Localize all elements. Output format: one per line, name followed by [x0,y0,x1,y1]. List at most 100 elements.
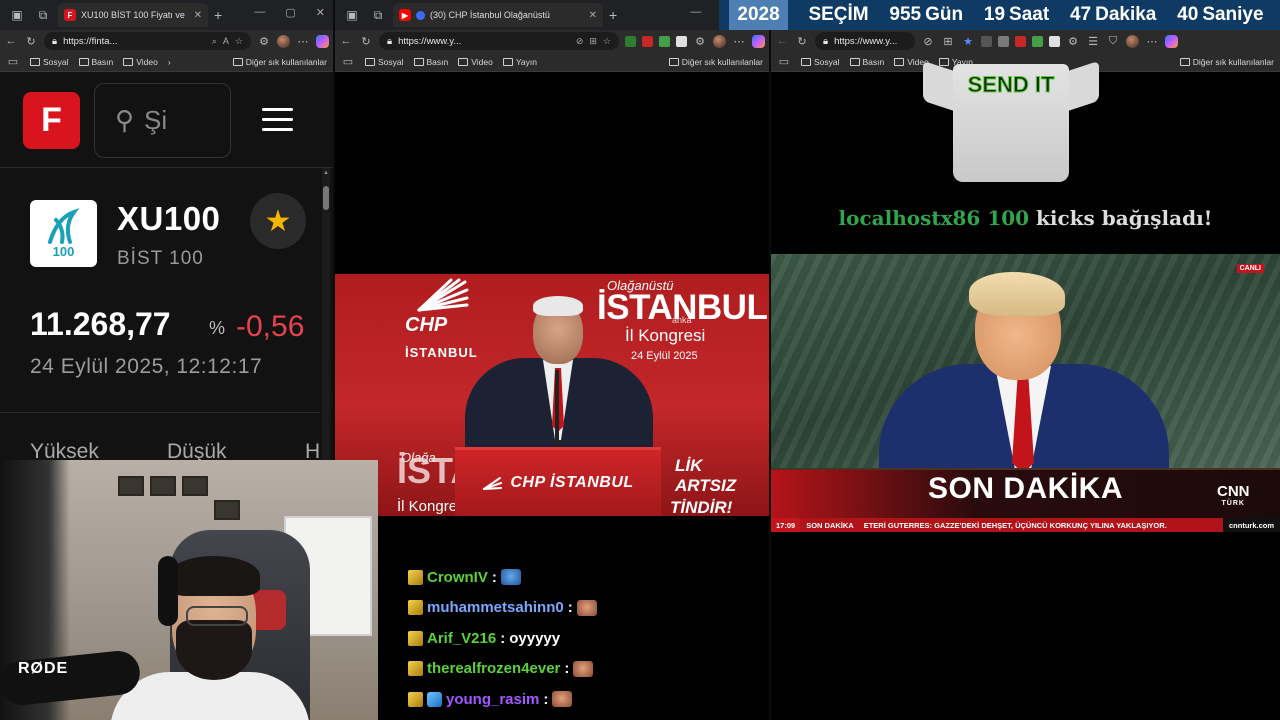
hamburger-menu-icon[interactable] [262,108,293,138]
tab-actions-icon[interactable]: ⧉ [367,4,389,26]
bookmark-sosyal[interactable]: Sosyal [30,57,69,67]
read-aloud-icon[interactable]: A [223,36,229,47]
profile-avatar[interactable] [277,34,290,48]
tshirt-text: SEND IT [967,72,1055,97]
extensions-icon[interactable]: ⚙ [1066,35,1080,48]
zoom-icon[interactable]: ⌕ [212,36,217,47]
extension-icon[interactable] [625,35,636,47]
bookmark-sosyal[interactable]: Sosyal [801,57,840,67]
more-menu-icon[interactable]: ⋯ [1145,35,1159,48]
bookmark-basin[interactable]: Basın [413,57,448,67]
minimize-icon[interactable]: — [690,6,701,19]
bookmark-label: Sosyal [814,56,840,67]
apps-icon[interactable]: ⊞ [941,35,955,48]
bookmark-basin[interactable]: Basın [849,57,884,67]
address-bar[interactable]: 🔒︎ https://www.y... ⊘ ⊞ ☆ [379,32,619,50]
copilot-icon[interactable] [316,34,329,48]
bookmark-video[interactable]: Video [458,57,493,67]
copilot-icon[interactable] [752,34,765,48]
countdown-days: 955 Gün [889,4,963,26]
favorite-icon[interactable]: ★ [961,35,975,48]
new-tab-icon[interactable]: + [214,7,222,23]
more-menu-icon[interactable]: ⋯ [296,35,310,48]
back-icon[interactable]: ← [775,35,789,47]
podium-text: CHP İSTANBUL [510,474,634,491]
copilot-icon[interactable] [1165,34,1178,48]
extension-icon[interactable] [676,35,687,47]
wall-photo [214,500,240,520]
extension-icon[interactable] [1015,35,1026,47]
tab-strip-icon[interactable]: ▭ [6,55,20,68]
tab-finance[interactable]: F XU100 BİST 100 Fiyatı ve ✕ [58,3,208,27]
chevron-right-icon[interactable]: › [168,57,171,67]
bookmark-video[interactable]: Video [123,57,158,67]
address-bar[interactable]: 🔒︎ https://www.y... [815,32,915,50]
site-logo[interactable]: F [23,92,80,149]
favorite-icon[interactable]: ☆ [603,36,611,47]
extension-icon[interactable] [998,35,1009,47]
chat-message: young_rasim: [408,684,728,715]
close-icon[interactable]: ✕ [589,10,597,21]
donation-text: kicks bağışladı! [1036,206,1213,230]
workspaces-icon[interactable]: ▣ [6,4,28,26]
tab-strip-icon[interactable]: ▭ [341,55,355,68]
collections-icon[interactable]: ☰ [1086,35,1100,48]
minimize-icon[interactable]: — [254,6,265,19]
stream-player[interactable]: SEND IT localhostx86 100 kicks bağışladı… [771,60,1280,720]
new-tab-icon[interactable]: + [609,7,617,23]
workspaces-icon[interactable]: ▣ [341,4,363,26]
back-icon[interactable]: ← [4,35,18,47]
profile-avatar[interactable] [713,34,726,48]
bookmark-other[interactable]: Diğer sık kullanılanlar [232,57,327,67]
speaker-hair [533,296,583,316]
index-name: BİST 100 [117,248,204,269]
maximize-icon[interactable]: ▢ [285,6,295,19]
wall-photo [182,476,208,496]
more-menu-icon[interactable]: ⋯ [732,35,746,48]
extensions-icon[interactable]: ⚙ [693,35,707,48]
nav-bar: ← ↻ 🔒︎ https://www.y... ⊘ ⊞ ★ ⚙ ☰ ⛉ ⋯ [771,30,1280,52]
folder-icon [502,57,513,66]
share-icon[interactable]: ⊘ [576,36,584,47]
address-bar[interactable]: 🔒︎ https://finta... ⌕ A ☆ [44,32,251,50]
scroll-up-icon[interactable]: ▲ [322,170,330,176]
bookmark-sosyal[interactable]: Sosyal [365,57,404,67]
favorite-icon[interactable]: ☆ [235,36,243,47]
extension-icon[interactable] [1049,35,1060,47]
scroll-thumb[interactable] [323,186,329,210]
extension-icon[interactable] [981,35,992,47]
profile-avatar[interactable] [1126,34,1139,48]
apps-icon[interactable]: ⊞ [589,36,597,47]
colon: : [567,599,573,617]
bookmark-other[interactable]: Diğer sık kullanılanlar [668,57,763,67]
extension-icon[interactable] [1032,35,1043,47]
cube-badge-icon [427,691,442,707]
close-window-icon[interactable]: ✕ [316,6,325,19]
bookmark-basin[interactable]: Basın [78,57,113,67]
shield-icon[interactable]: ⛉ [1106,35,1120,48]
extensions-icon[interactable]: ⚙ [257,35,271,48]
search-icon: ⚲ [115,105,135,135]
tab-actions-icon[interactable]: ⧉ [32,4,54,26]
close-icon[interactable]: ✕ [194,10,202,21]
refresh-icon[interactable]: ↻ [24,35,38,48]
bookmark-yayin[interactable]: Yayın [502,57,537,67]
extension-icon[interactable] [642,35,653,47]
donation-user: localhostx86 [838,206,981,230]
window-controls: — ▢ ✕ [254,6,325,19]
countdown-seconds: 40 Saniye [1177,4,1263,26]
extension-icon[interactable] [659,35,670,47]
share-icon[interactable]: ⊘ [921,35,935,48]
refresh-icon[interactable]: ↻ [359,35,373,48]
tab-strip-icon[interactable]: ▭ [777,55,791,68]
backdrop-right-3: TİNDİR! [670,498,733,516]
favorite-star-button[interactable]: ★ [250,193,306,249]
back-icon[interactable]: ← [339,35,353,47]
backdrop-date: 24 Eylül 2025 [631,350,698,362]
lock-icon: 🔒︎ [823,35,829,47]
percent-sign: % [209,318,226,338]
bookmark-other[interactable]: Diğer sık kullanılanlar [1179,57,1274,67]
tab-youtube[interactable]: ▶ (30) CHP İstanbul Olağanüstü ✕ [393,3,603,27]
refresh-icon[interactable]: ↻ [795,35,809,48]
search-input[interactable]: ⚲ Şi [94,83,231,158]
